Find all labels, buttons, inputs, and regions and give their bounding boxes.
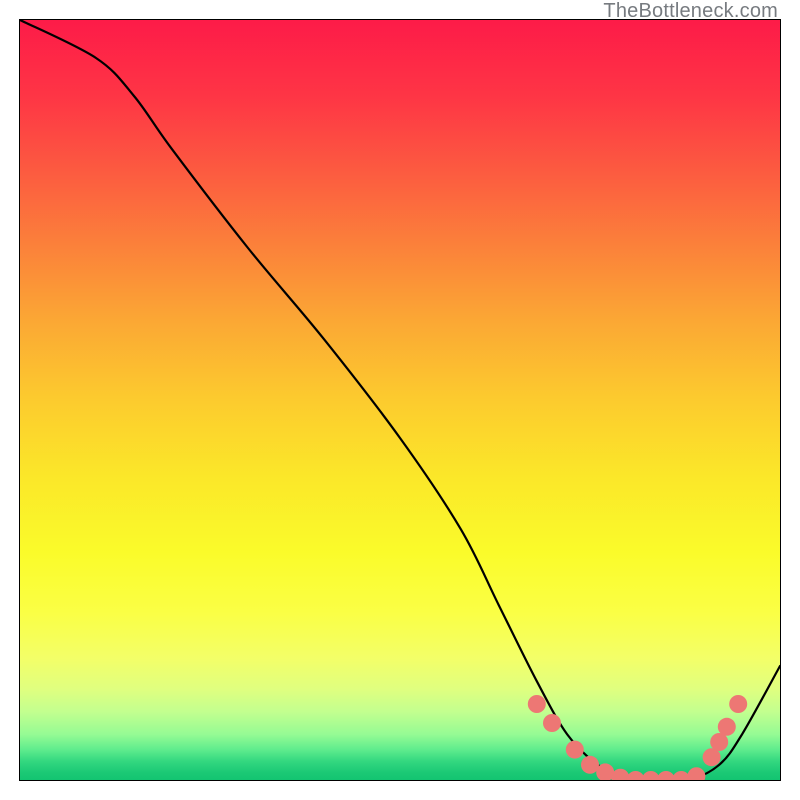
chart-plot-layer xyxy=(20,20,780,780)
curve-markers xyxy=(528,695,747,780)
curve-marker-dot xyxy=(543,714,561,732)
curve-marker-dot xyxy=(718,718,736,736)
curve-marker-dot xyxy=(566,741,584,759)
bottleneck-curve xyxy=(20,20,780,780)
curve-marker-dot xyxy=(528,695,546,713)
curve-marker-dot xyxy=(729,695,747,713)
curve-marker-dot xyxy=(687,767,705,780)
curve-marker-dot xyxy=(657,771,675,780)
curve-marker-dot xyxy=(611,769,629,780)
curve-marker-dot xyxy=(642,771,660,780)
chart-frame xyxy=(19,19,781,781)
curve-marker-dot xyxy=(627,771,645,780)
